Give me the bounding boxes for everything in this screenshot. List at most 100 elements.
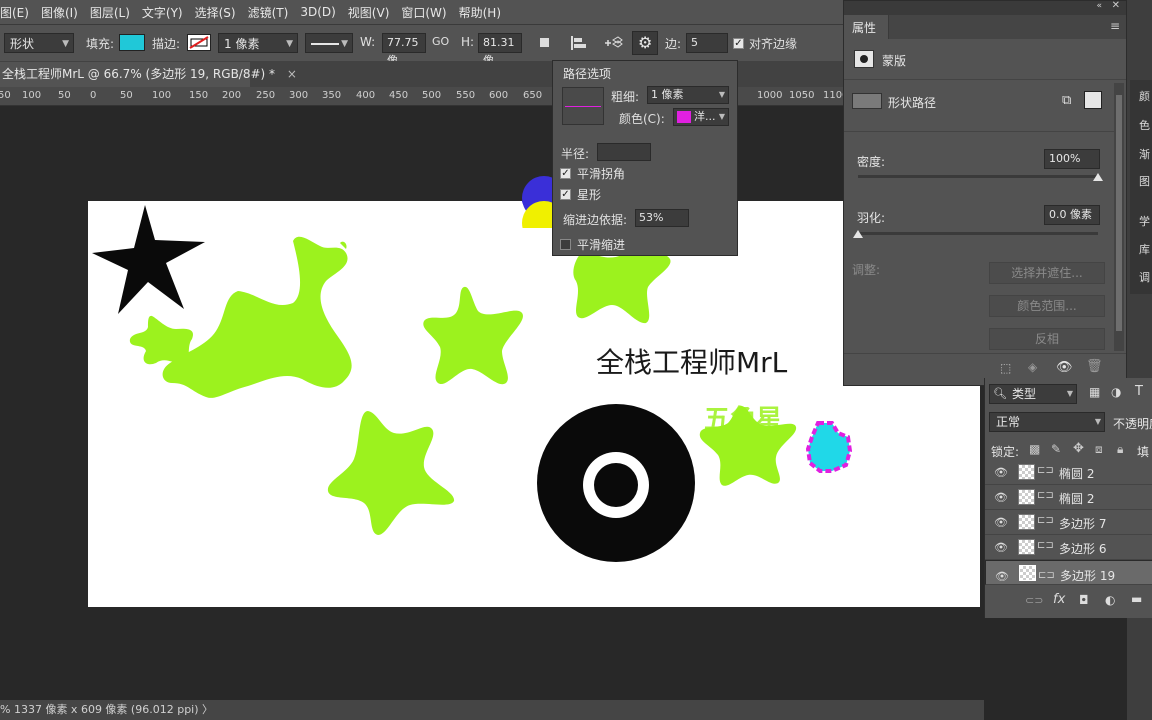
square-icon <box>540 38 549 47</box>
dock-tab-gradients[interactable]: 渐 <box>1139 146 1150 162</box>
lock-transparent-icon[interactable]: ▩ <box>1029 442 1040 456</box>
path-arrangement-icon[interactable] <box>603 35 623 51</box>
align-edges-checkbox[interactable]: ✓ <box>733 38 744 49</box>
lock-artboard-icon[interactable]: ⧈ <box>1095 442 1103 457</box>
height-field[interactable]: 81.31 像 <box>478 33 522 67</box>
filter-image-icon[interactable]: ▦ <box>1089 385 1100 399</box>
dock-tab-libraries[interactable]: 库 <box>1139 241 1150 257</box>
menu-3d[interactable]: 3D(D) <box>294 5 341 19</box>
dock-tab-adjustments[interactable]: 调 <box>1139 269 1150 285</box>
radius-field[interactable] <box>597 143 651 161</box>
properties-panel: « ✕ 属性 ≡ 蒙版 形状路径 ⧉ 密度: 100% 羽化: 0.0 像素 调… <box>843 0 1127 386</box>
selection-icon[interactable]: ⬚ <box>1000 361 1011 375</box>
select-and-mask-button[interactable]: 选择并遮住... <box>989 262 1105 284</box>
close-icon[interactable]: × <box>287 67 297 81</box>
eye-icon[interactable]: 👁 <box>1056 360 1073 375</box>
properties-scrollbar[interactable] <box>1114 83 1124 351</box>
smooth-corners-checkbox[interactable]: ✓ <box>560 168 571 179</box>
density-field[interactable]: 100% <box>1044 149 1100 169</box>
lock-brush-icon[interactable]: ✎ <box>1051 442 1061 456</box>
menu-window[interactable]: 窗口(W) <box>395 4 452 21</box>
green-fragment-shape[interactable] <box>340 241 347 249</box>
lock-move-icon[interactable]: ✥ <box>1073 441 1084 456</box>
gear-button[interactable]: ⚙ <box>632 31 658 55</box>
apply-mask-icon[interactable]: ◈ <box>1028 360 1037 374</box>
eye-icon[interactable]: 👁 <box>995 567 1009 587</box>
eye-icon[interactable]: 👁 <box>994 491 1008 504</box>
link-layers-icon[interactable]: ⊂⊃ <box>1025 594 1043 607</box>
shape-path-row[interactable]: 形状路径 ⧉ <box>844 87 1126 117</box>
trash-icon[interactable]: 🗑 <box>1086 359 1103 374</box>
menu-layer[interactable]: 图层(L) <box>84 4 136 21</box>
add-mask-icon[interactable]: ◘ <box>1079 593 1089 607</box>
star-checkbox[interactable]: ✓ <box>560 189 571 200</box>
density-slider-thumb[interactable] <box>1093 173 1103 181</box>
link-dimensions-icon[interactable]: GO <box>432 35 449 48</box>
green-star-shape[interactable] <box>573 250 671 324</box>
menu-filter[interactable]: 滤镜(T) <box>242 4 295 21</box>
layer-row[interactable]: 👁 ⊏⊐ 多边形 7 <box>985 510 1152 535</box>
path-alignment-icon[interactable] <box>570 35 588 51</box>
feather-slider-thumb[interactable] <box>853 230 863 238</box>
blend-mode-select[interactable]: 正常 ▼ <box>989 412 1105 432</box>
dock-tab-patterns[interactable]: 图 <box>1139 173 1150 189</box>
document-tab[interactable]: 全栈工程师MrL @ 66.7% (多边形 19, RGB/8#) * × <box>0 62 297 87</box>
green-star-shape[interactable] <box>423 286 523 385</box>
layer-filter-select[interactable]: 🔍︎ 类型 ▼ <box>989 384 1077 404</box>
close-icon[interactable]: ✕ <box>1112 0 1120 11</box>
eye-icon[interactable]: 👁 <box>994 516 1008 529</box>
properties-tab[interactable]: 属性 <box>844 15 889 39</box>
dock-tab-learn[interactable]: 学 <box>1139 213 1150 229</box>
dock-tab-swatches[interactable]: 色 <box>1139 117 1150 133</box>
menu-select[interactable]: 选择(S) <box>189 4 242 21</box>
layer-row[interactable]: 👁 ⊏⊐ 椭圆 2 <box>985 485 1152 510</box>
add-mask-icon[interactable]: ⧉ <box>1062 93 1071 108</box>
layer-row[interactable]: 👁 ⊏⊐ 多边形 6 <box>985 535 1152 560</box>
feather-slider-track[interactable] <box>853 230 1098 238</box>
green-blob-shape[interactable] <box>162 236 352 398</box>
dock-tab-color[interactable]: 颜 <box>1139 88 1150 104</box>
fill-color-swatch[interactable] <box>119 34 145 51</box>
stroke-type-select[interactable]: ▼ <box>305 33 353 53</box>
smooth-indent-checkbox[interactable] <box>560 239 571 250</box>
sides-field[interactable]: 5 <box>686 33 728 53</box>
feather-field[interactable]: 0.0 像素 <box>1044 205 1100 225</box>
lock-all-icon[interactable]: 🔒︎ <box>1117 442 1123 457</box>
star-label: 星形 <box>577 188 602 202</box>
color-range-button[interactable]: 颜色范围... <box>989 295 1105 317</box>
stroke-color-swatch[interactable] <box>187 34 211 51</box>
thickness-select[interactable]: 1 像素 ▼ <box>647 86 729 104</box>
layer-row[interactable]: 👁 ⊏⊐ 椭圆 2 <box>985 460 1152 485</box>
radius-label: 半径: <box>561 147 590 161</box>
green-star-shape[interactable] <box>327 411 455 535</box>
color-select[interactable]: 洋... ▼ <box>673 108 729 126</box>
vector-mask-icon[interactable] <box>1084 91 1102 109</box>
indent-field[interactable]: 53% <box>635 209 689 227</box>
eye-icon[interactable]: 👁 <box>994 466 1008 479</box>
stroke-size-select[interactable]: 1 像素 ▼ <box>218 33 298 53</box>
filter-adjust-icon[interactable]: ◑ <box>1111 385 1121 399</box>
scroll-thumb[interactable] <box>1116 95 1122 331</box>
adjustment-layer-icon[interactable]: ◐ <box>1105 593 1115 607</box>
menu-edit[interactable]: 图(E) <box>0 4 35 21</box>
density-slider-track[interactable] <box>858 173 1103 181</box>
menu-type[interactable]: 文字(Y) <box>136 4 189 21</box>
menu-help[interactable]: 帮助(H) <box>453 4 507 21</box>
folder-icon[interactable]: ▬ <box>1131 592 1142 606</box>
collapse-icon[interactable]: « <box>1096 1 1102 11</box>
panel-menu-icon[interactable]: ≡ <box>1110 19 1120 33</box>
fx-icon[interactable]: fx <box>1053 592 1065 607</box>
tool-mode-select[interactable]: 形状 ▼ <box>4 33 74 53</box>
arrange-icon <box>605 36 623 48</box>
menu-image[interactable]: 图像(I) <box>35 4 84 21</box>
path-operations-icon[interactable] <box>537 35 553 51</box>
black-ring-center-shape[interactable] <box>594 463 638 507</box>
black-star-shape[interactable] <box>92 205 205 314</box>
eye-icon[interactable]: 👁 <box>994 541 1008 554</box>
selected-polygon-shape[interactable] <box>805 421 853 473</box>
invert-button[interactable]: 反相 <box>989 328 1105 350</box>
width-field[interactable]: 77.75 像 <box>382 33 426 67</box>
filter-type-icon[interactable]: T <box>1135 384 1143 399</box>
menu-view[interactable]: 视图(V) <box>342 4 396 21</box>
layer-row-selected[interactable]: 👁 ⊏⊐ 多边形 19 <box>985 560 1152 585</box>
